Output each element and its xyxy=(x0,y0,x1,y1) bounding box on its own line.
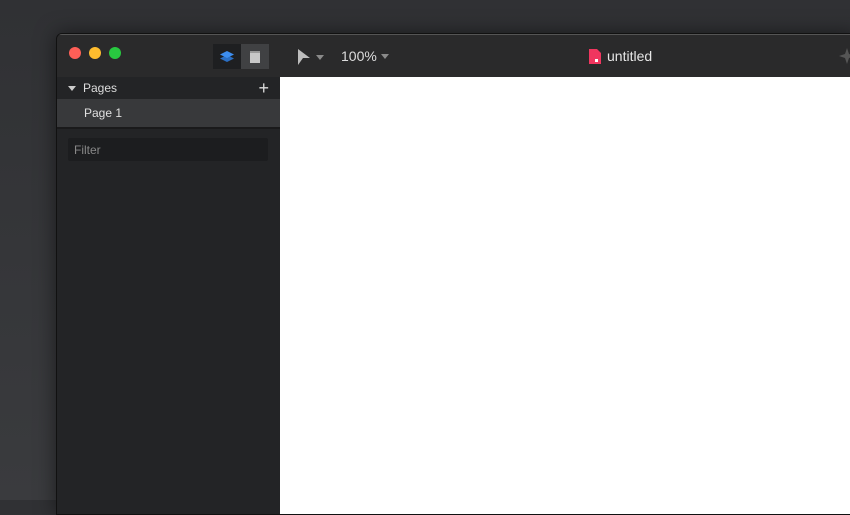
pointer-icon xyxy=(298,49,310,65)
canvas[interactable] xyxy=(280,77,850,514)
minimize-window-button[interactable] xyxy=(89,47,101,59)
titlebar: 100% untitled xyxy=(57,34,850,78)
document-title-text: untitled xyxy=(607,48,653,64)
toolbar-partial-icon[interactable] xyxy=(839,48,850,64)
file-icon xyxy=(589,48,601,64)
chevron-down-icon xyxy=(380,53,389,59)
page-label: Page 1 xyxy=(84,106,123,120)
collapse-icon[interactable] xyxy=(68,85,76,91)
document-icon xyxy=(250,50,260,63)
document-title: untitled xyxy=(589,48,652,64)
close-window-button[interactable] xyxy=(69,47,81,59)
zoom-dropdown[interactable]: 100% xyxy=(341,48,389,64)
zoom-window-button[interactable] xyxy=(109,47,121,59)
document-button[interactable] xyxy=(241,44,269,69)
page-list-item[interactable]: Page 1 xyxy=(57,99,280,129)
layers-icon xyxy=(220,50,234,62)
sidebar: Pages + Page 1 xyxy=(57,77,280,514)
zoom-level: 100% xyxy=(341,48,377,64)
add-page-button[interactable]: + xyxy=(258,77,269,99)
layers-button[interactable] xyxy=(213,44,241,69)
filter-input[interactable] xyxy=(68,138,268,161)
pages-header-label: Pages xyxy=(83,81,118,95)
select-tool-button[interactable] xyxy=(297,48,324,66)
app-window: 100% untitled Pages + Page 1 xyxy=(56,33,850,515)
chevron-down-icon xyxy=(316,54,324,60)
pages-header[interactable]: Pages + xyxy=(57,77,280,99)
